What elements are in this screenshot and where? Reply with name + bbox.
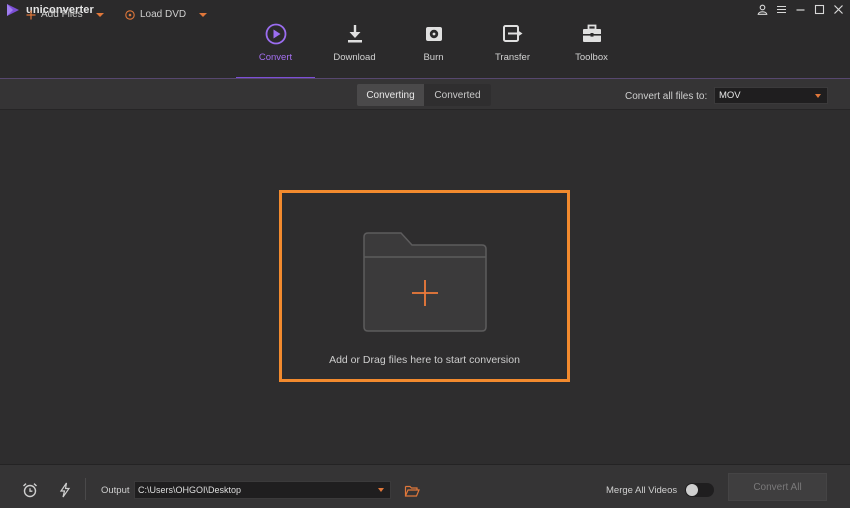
divider — [85, 478, 86, 500]
merge-all-videos-label: Merge All Videos — [606, 485, 678, 496]
minimize-icon — [796, 8, 804, 11]
chevron-down-icon — [378, 488, 384, 492]
chevron-down-icon[interactable] — [95, 12, 104, 17]
chevron-down-icon — [815, 94, 821, 98]
toolbox-icon — [582, 24, 601, 42]
add-files-label: Add Files — [41, 9, 83, 20]
load-dvd-button[interactable]: Load DVD — [125, 9, 208, 20]
tab-label: Download — [333, 52, 376, 63]
alarm-clock-icon[interactable] — [22, 482, 38, 498]
status-segmented-control: Converting Converted — [357, 84, 491, 106]
bottom-bar: Output C:\Users\OHGOI\Desktop Merge All … — [0, 464, 850, 508]
hamburger-icon — [776, 5, 786, 13]
format-value: MOV — [719, 90, 741, 101]
user-icon — [757, 4, 767, 15]
maximize-icon — [814, 4, 824, 14]
lightning-icon[interactable] — [57, 482, 73, 498]
convert-all-to-label: Convert all files to: — [625, 91, 708, 102]
maximize-button[interactable] — [811, 2, 827, 16]
tab-converting[interactable]: Converting — [357, 84, 424, 106]
close-button[interactable] — [830, 2, 846, 16]
tab-label: Toolbox — [575, 52, 608, 63]
minimize-button[interactable] — [792, 2, 808, 16]
chevron-down-icon[interactable] — [199, 12, 208, 17]
window-controls — [754, 2, 846, 16]
tab-label: Burn — [423, 52, 444, 63]
transfer-icon — [502, 25, 522, 42]
file-drop-zone[interactable]: Add or Drag files here to start conversi… — [279, 190, 570, 382]
tab-download[interactable]: Download — [315, 18, 394, 79]
merge-all-videos-toggle[interactable] — [685, 483, 714, 497]
tab-transfer[interactable]: Transfer — [473, 18, 552, 79]
toggle-knob — [686, 484, 698, 496]
tab-converted[interactable]: Converted — [424, 84, 491, 106]
download-icon — [347, 25, 362, 43]
convert-icon — [265, 23, 286, 45]
add-folder-icon — [362, 232, 487, 332]
add-files-button[interactable]: Add Files — [26, 9, 104, 20]
tab-label: Transfer — [494, 52, 531, 63]
output-label: Output — [101, 485, 130, 496]
load-dvd-label: Load DVD — [140, 9, 187, 20]
open-folder-icon[interactable] — [404, 483, 420, 499]
tab-label: Convert — [258, 52, 293, 63]
main-nav: Convert Download Burn Transfer Toolbox — [236, 18, 631, 79]
menu-button[interactable] — [773, 2, 789, 16]
app-logo-icon — [7, 4, 19, 16]
output-format-select[interactable]: MOV — [714, 87, 828, 104]
close-icon — [833, 4, 843, 14]
tab-burn[interactable]: Burn — [394, 18, 473, 79]
account-button[interactable] — [754, 2, 770, 16]
tab-convert[interactable]: Convert — [236, 18, 315, 79]
convert-all-button[interactable]: Convert All — [728, 473, 827, 501]
burn-icon — [425, 27, 442, 41]
dvd-icon — [125, 9, 135, 20]
drop-hint-text: Add or Drag files here to start conversi… — [329, 354, 520, 366]
tab-toolbox[interactable]: Toolbox — [552, 18, 631, 79]
plus-icon — [26, 10, 36, 19]
output-path-value: C:\Users\OHGOI\Desktop — [138, 485, 242, 495]
output-path-select[interactable]: C:\Users\OHGOI\Desktop — [134, 481, 391, 499]
